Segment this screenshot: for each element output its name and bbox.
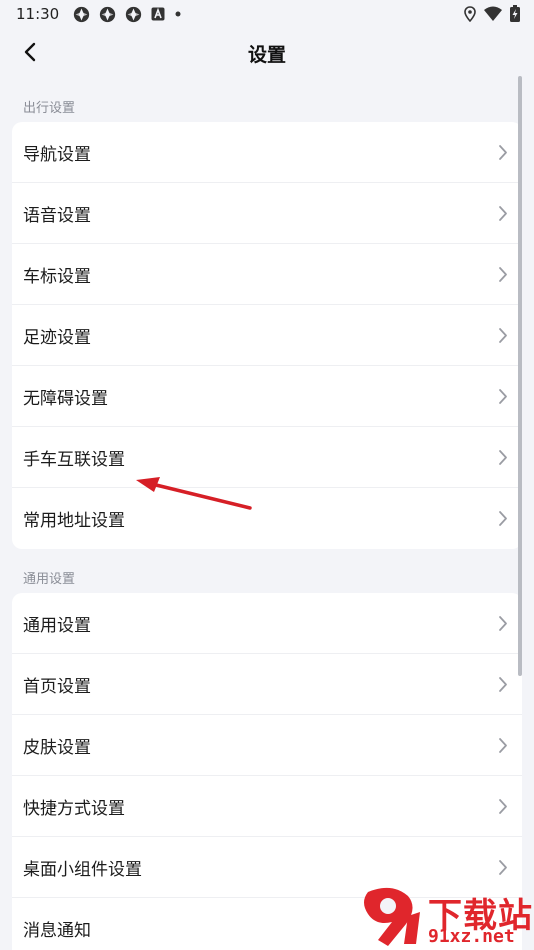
settings-row-homepage[interactable]: 首页设置 — [12, 654, 522, 715]
location-icon — [464, 5, 476, 22]
page-title: 设置 — [247, 44, 286, 66]
chevron-right-icon — [499, 511, 507, 526]
chevron-right-icon — [499, 860, 507, 875]
row-label: 手车互联设置 — [23, 449, 125, 470]
watermark: 下载站 91xz.net — [358, 886, 534, 950]
row-label: 足迹设置 — [23, 327, 91, 348]
row-label: 常用地址设置 — [23, 511, 125, 531]
chevron-right-icon — [499, 738, 507, 753]
row-label: 车标设置 — [23, 266, 91, 287]
settings-row-frequent-address[interactable]: 常用地址设置 — [12, 488, 522, 549]
settings-row-phone-car-link[interactable]: 手车互联设置 — [12, 427, 522, 488]
chevron-right-icon — [499, 799, 507, 814]
notification-icons — [73, 6, 182, 23]
settings-row-car-icon[interactable]: 车标设置 — [12, 244, 522, 305]
row-label: 桌面小组件设置 — [23, 859, 142, 880]
row-label: 快捷方式设置 — [23, 798, 125, 819]
chevron-right-icon — [499, 267, 507, 282]
status-bar: 11:30 — [0, 0, 534, 28]
row-label: 通用设置 — [23, 615, 91, 636]
annotation-arrow — [136, 477, 252, 510]
status-time: 11:30 — [16, 5, 60, 23]
system-icons — [464, 5, 520, 22]
scrollbar[interactable] — [518, 76, 522, 676]
top-bar: 设置 — [0, 28, 534, 76]
section-title-travel: 出行设置 — [23, 101, 76, 116]
settings-row-skin[interactable]: 皮肤设置 — [12, 715, 522, 776]
chevron-right-icon — [499, 677, 507, 692]
settings-row-general[interactable]: 通用设置 — [12, 593, 522, 654]
settings-row-voice[interactable]: 语音设置 — [12, 183, 522, 244]
a-square-icon — [151, 7, 165, 21]
row-label: 皮肤设置 — [23, 737, 91, 758]
settings-row-footprint[interactable]: 足迹设置 — [12, 305, 522, 366]
row-label: 首页设置 — [23, 676, 91, 697]
watermark-logo-icon — [364, 887, 420, 946]
chevron-right-icon — [499, 145, 507, 160]
aperture-icon — [126, 6, 142, 22]
dot-icon — [175, 11, 181, 17]
row-label: 消息通知 — [23, 921, 91, 941]
aperture-icon — [74, 6, 90, 22]
settings-screen: 11:30 设置 出行设置 导航设置 语音设置 车标设置 足迹设置 无障碍设置 … — [0, 0, 534, 950]
watermark-url: 91xz.net — [428, 926, 515, 947]
row-label: 语音设置 — [23, 205, 91, 226]
chevron-right-icon — [499, 328, 507, 343]
chevron-right-icon — [499, 616, 507, 631]
settings-row-shortcuts[interactable]: 快捷方式设置 — [12, 776, 522, 837]
chevron-right-icon — [499, 206, 507, 221]
row-label: 无障碍设置 — [23, 388, 108, 409]
chevron-right-icon — [499, 450, 507, 465]
wifi-icon — [484, 6, 502, 21]
section-title-general: 通用设置 — [23, 572, 76, 587]
settings-row-accessibility[interactable]: 无障碍设置 — [12, 366, 522, 427]
chevron-right-icon — [499, 389, 507, 404]
settings-row-navigation[interactable]: 导航设置 — [12, 122, 522, 183]
battery-charging-icon — [510, 5, 520, 22]
aperture-icon — [100, 6, 116, 22]
row-label: 导航设置 — [23, 144, 91, 165]
travel-settings-card: 导航设置 语音设置 车标设置 足迹设置 无障碍设置 手车互联设置 常用地址设置 — [12, 122, 522, 549]
